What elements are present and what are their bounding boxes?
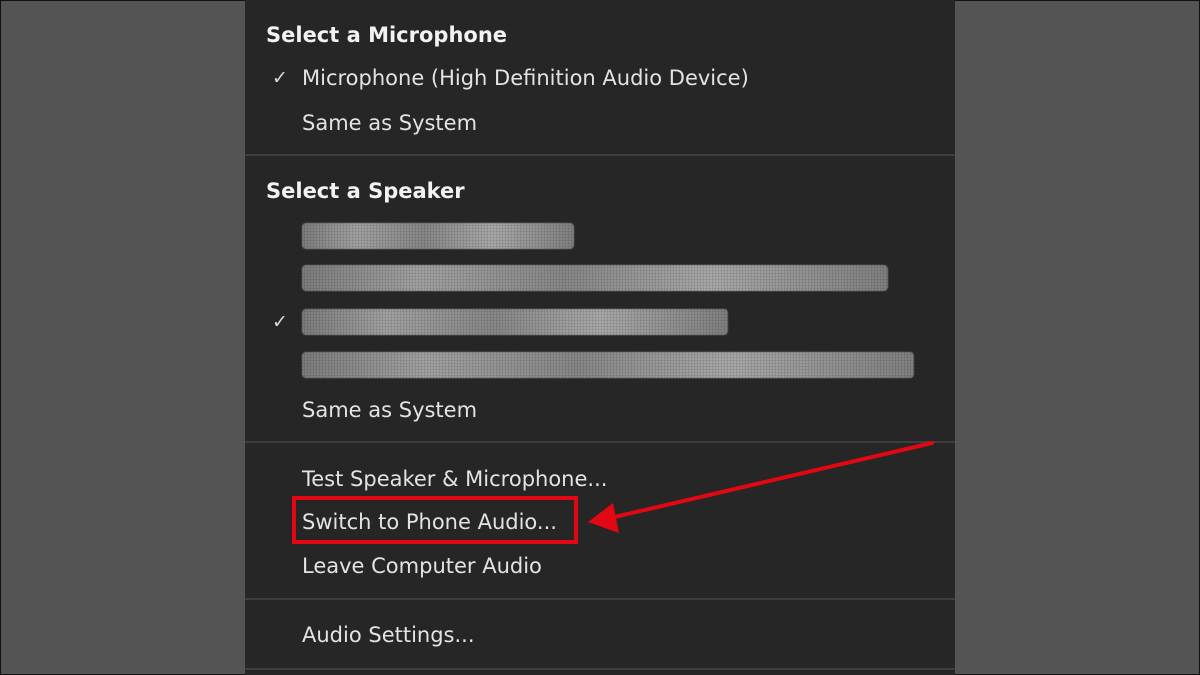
audio-options-menu: Select a Microphone ✓ Microphone (High D… bbox=[245, 0, 955, 675]
annotation-highlight-box bbox=[292, 496, 578, 544]
check-icon: ✓ bbox=[272, 67, 288, 89]
check-icon: ✓ bbox=[272, 311, 288, 333]
microphone-item-same-as-system[interactable]: Same as System bbox=[302, 111, 477, 135]
speaker-item-redacted[interactable] bbox=[302, 352, 914, 378]
speaker-item-redacted-selected[interactable] bbox=[302, 309, 728, 335]
leave-computer-audio-item[interactable]: Leave Computer Audio bbox=[302, 554, 542, 578]
speaker-section-header: Select a Speaker bbox=[266, 179, 465, 203]
menu-divider bbox=[245, 441, 955, 443]
menu-divider bbox=[245, 668, 955, 670]
microphone-section-header: Select a Microphone bbox=[266, 23, 508, 47]
speaker-item-redacted[interactable] bbox=[302, 265, 888, 291]
speaker-item-redacted[interactable] bbox=[302, 223, 574, 249]
speaker-item-same-as-system[interactable]: Same as System bbox=[302, 398, 477, 422]
audio-settings-item[interactable]: Audio Settings... bbox=[302, 623, 475, 647]
microphone-item-hd-audio[interactable]: Microphone (High Definition Audio Device… bbox=[302, 66, 749, 90]
test-speaker-microphone-item[interactable]: Test Speaker & Microphone... bbox=[302, 467, 607, 491]
menu-divider bbox=[245, 154, 955, 156]
menu-divider bbox=[245, 598, 955, 600]
